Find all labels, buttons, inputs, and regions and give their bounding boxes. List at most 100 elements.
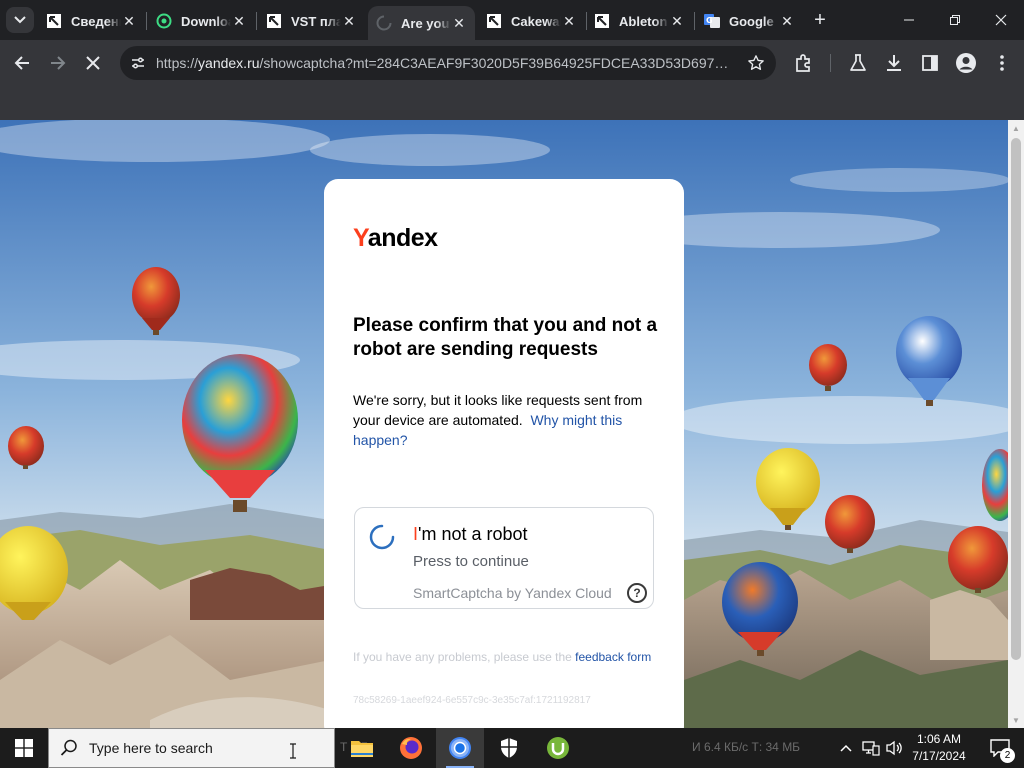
tab-separator <box>256 12 257 30</box>
minimize-icon <box>904 19 914 21</box>
close-window-button[interactable] <box>978 0 1024 40</box>
utorrent-icon <box>547 737 569 759</box>
tab-search-button[interactable] <box>6 7 34 33</box>
taskbar-firefox[interactable] <box>387 728 435 768</box>
tab-4-active[interactable]: Are you not a robot? ✕ <box>368 6 475 40</box>
back-button[interactable] <box>7 48 37 78</box>
minimize-button[interactable] <box>886 0 932 40</box>
tab-close-icon[interactable]: ✕ <box>779 13 795 29</box>
url-host: yandex.ru <box>198 55 260 71</box>
help-question-icon[interactable]: ? <box>627 583 647 603</box>
menu-kebab-icon[interactable] <box>990 51 1014 75</box>
checkbox-subtitle: Press to continue <box>413 553 529 570</box>
tray-overflow-chevron-icon[interactable] <box>836 728 856 768</box>
captcha-headline: Please confirm that you and not a robot … <box>353 315 658 360</box>
start-button[interactable] <box>0 728 48 768</box>
captcha-card: Yandex Please confirm that you and not a… <box>324 179 684 728</box>
url-path: /showcaptcha?mt=284C3AEAF9F3020D5F39B649… <box>259 55 736 71</box>
profile-avatar-icon[interactable] <box>954 51 978 75</box>
checkbox-title-rest: 'm not a robot <box>418 524 528 544</box>
tab-title: Cakewalk <box>511 13 561 29</box>
toolbar-divider <box>830 54 831 72</box>
labs-flask-icon[interactable] <box>846 51 870 75</box>
tab-6[interactable]: Ableton ✕ <box>586 6 693 36</box>
windows-taskbar: Type here to search Т МБ И 6.4 КБ/с Т: 3… <box>0 728 1024 768</box>
problems-text: If you have any problems, please use the <box>353 650 572 664</box>
tab-close-icon[interactable]: ✕ <box>231 13 247 29</box>
bookmark-star-icon[interactable] <box>736 54 776 72</box>
background-window-text: И 6.4 КБ/с Т: 34 МБ <box>692 740 801 754</box>
screen: Сведения ✕ Download ✕ VST плагины ✕ Are … <box>0 0 1024 768</box>
taskbar-security[interactable] <box>485 728 533 768</box>
google-translate-icon: G <box>704 13 720 29</box>
not-robot-checkbox[interactable]: I'm not a robot Press to continue SmartC… <box>354 507 654 609</box>
windows-logo-icon <box>15 739 33 757</box>
request-id: 78c58269-1aeef924-6e557c9c-3e35c7af:1721… <box>353 695 591 706</box>
page-icon <box>594 13 610 29</box>
tab-title: Ableton <box>619 13 668 29</box>
firefox-icon <box>400 737 422 759</box>
tab-close-icon[interactable]: ✕ <box>451 15 467 31</box>
tab-strip: Сведения ✕ Download ✕ VST плагины ✕ Are … <box>0 0 1024 40</box>
tab-7[interactable]: G Google ✕ <box>696 6 803 36</box>
site-settings-icon[interactable] <box>120 46 156 80</box>
forward-button[interactable] <box>43 48 73 78</box>
tab-separator <box>694 12 695 30</box>
logo-rest: andex <box>367 224 438 252</box>
tab-title: Are you not a robot? <box>401 15 451 31</box>
captcha-description: We're sorry, but it looks like requests … <box>353 390 658 450</box>
checkbox-title: I'm not a robot <box>413 524 528 545</box>
tab-close-icon[interactable]: ✕ <box>341 13 357 29</box>
search-placeholder: Type here to search <box>89 740 213 756</box>
network-icon[interactable] <box>860 728 882 768</box>
notification-center-button[interactable]: 2 <box>980 728 1020 768</box>
url-scheme: https:// <box>156 55 199 71</box>
taskbar-search-box[interactable]: Type here to search <box>48 728 335 768</box>
problems-note: If you have any problems, please use the… <box>353 649 653 665</box>
shield-icon <box>501 738 517 758</box>
clock-date: 7/17/2024 <box>912 749 966 763</box>
scroll-thumb[interactable] <box>1011 138 1021 660</box>
page-scrollbar[interactable]: ▲ ▼ <box>1008 120 1024 728</box>
yandex-logo: Yandex <box>353 224 438 253</box>
page-icon <box>46 13 62 29</box>
stop-loading-button[interactable] <box>78 48 108 78</box>
search-icon <box>49 739 89 757</box>
smartcaptcha-brand: SmartCaptcha by Yandex Cloud <box>413 585 612 601</box>
taskbar-file-explorer[interactable] <box>338 728 386 768</box>
tab-2[interactable]: Download ✕ <box>148 6 255 36</box>
address-bar[interactable]: https://yandex.ru/showcaptcha?mt=284C3AE… <box>120 46 776 80</box>
tab-5[interactable]: Cakewalk ✕ <box>478 6 585 36</box>
tab-separator <box>146 12 147 30</box>
tab-1[interactable]: Сведения ✕ <box>38 6 145 36</box>
url-text[interactable]: https://yandex.ru/showcaptcha?mt=284C3AE… <box>156 55 736 71</box>
chrome-icon <box>449 737 471 759</box>
tab-3[interactable]: VST плагины ✕ <box>258 6 365 36</box>
tab-close-icon[interactable]: ✕ <box>561 13 577 29</box>
tab-title: Google <box>729 13 774 29</box>
page-icon <box>486 13 502 29</box>
page-viewport: Yandex Please confirm that you and not a… <box>0 120 1008 728</box>
taskbar-chrome[interactable] <box>436 728 484 768</box>
system-clock[interactable]: 1:06 AM 7/17/2024 <box>900 731 978 765</box>
restore-icon <box>950 15 960 25</box>
scroll-up-arrow-icon[interactable]: ▲ <box>1012 124 1020 133</box>
arrow-left-icon <box>14 56 29 70</box>
extensions-icon[interactable] <box>792 51 816 75</box>
tab-title: Сведения <box>71 13 121 29</box>
tab-close-icon[interactable]: ✕ <box>121 13 137 29</box>
tab-close-icon[interactable]: ✕ <box>669 13 685 29</box>
scroll-down-arrow-icon[interactable]: ▼ <box>1012 716 1020 725</box>
green-circle-icon <box>156 13 172 29</box>
text-cursor-icon <box>290 743 296 759</box>
side-panel-icon[interactable] <box>918 51 942 75</box>
chevron-down-icon <box>14 16 26 24</box>
browser-toolbar: https://yandex.ru/showcaptcha?mt=284C3AE… <box>0 40 1024 86</box>
new-tab-button[interactable]: + <box>808 8 832 32</box>
downloads-icon[interactable] <box>882 51 906 75</box>
close-icon <box>86 56 100 70</box>
restore-button[interactable] <box>932 0 978 40</box>
taskbar-utorrent[interactable] <box>534 728 582 768</box>
feedback-form-link[interactable]: feedback form <box>575 650 651 664</box>
svg-text:G: G <box>706 16 713 25</box>
